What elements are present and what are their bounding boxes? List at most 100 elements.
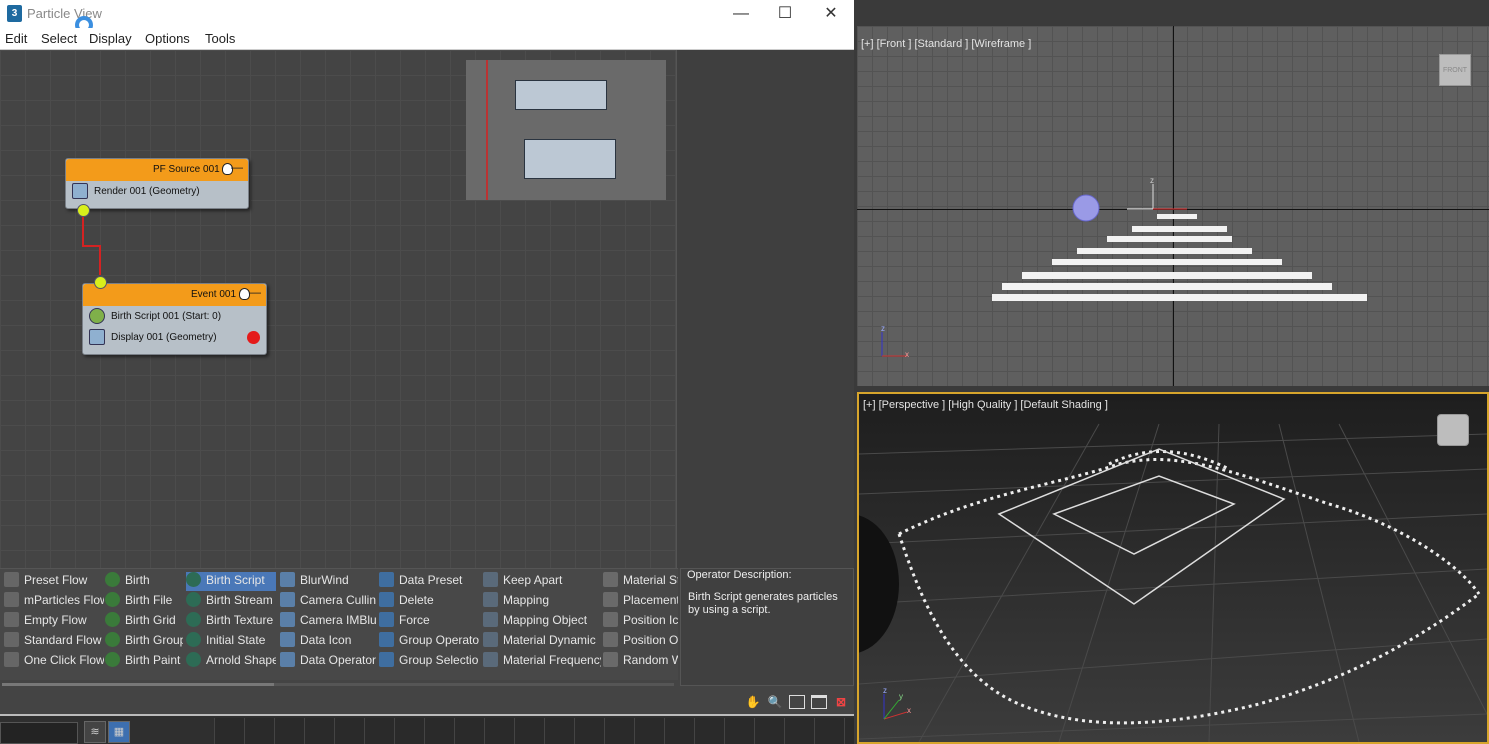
dark-sphere [859, 515, 899, 653]
depot-item-label: One Click Flow [24, 653, 104, 667]
node-header[interactable]: PF Source 001 — [66, 159, 248, 181]
operator-label: Display 001 (Geometry) [111, 332, 217, 343]
close-button[interactable]: ✕ [816, 4, 846, 24]
output-port[interactable] [77, 204, 90, 217]
depot-item[interactable]: Placement P [603, 592, 678, 611]
depot-item[interactable]: Keep Apart [483, 572, 601, 591]
depot-item[interactable]: Group Operator [379, 632, 479, 651]
front-viewport[interactable]: [+] [Front ] [Standard ] [Wireframe ] FR… [857, 26, 1489, 386]
maximize-button[interactable]: ☐ [770, 4, 800, 24]
depot-item-label: Standard Flow [24, 633, 102, 647]
depot-item[interactable]: Birth Stream [186, 592, 276, 611]
depot-item[interactable]: Standard Flow [4, 632, 104, 651]
event-node[interactable]: Event 001 — Birth Script 001 (Start: 0) … [82, 283, 267, 355]
axis-x-label: x [907, 706, 911, 715]
zoom-extents-icon[interactable] [811, 695, 827, 709]
schematic-icon[interactable]: ▦ [108, 721, 130, 743]
depot-item[interactable]: One Click Flow [4, 652, 104, 671]
depot-item-label: Mapping [503, 593, 550, 607]
input-port[interactable] [94, 276, 107, 289]
hand-icon[interactable]: ✋ [745, 695, 761, 709]
gizmo-z-label: z [1150, 176, 1154, 185]
depot-item[interactable]: mParticles Flow [4, 592, 104, 611]
depot-item[interactable]: Data Operator [280, 652, 376, 671]
operator-icon [105, 592, 120, 607]
depot-item[interactable]: Mapping Object [483, 612, 601, 631]
node-minimize-button[interactable]: — [249, 285, 261, 299]
axis-y-label: y [899, 692, 903, 701]
depot-item[interactable]: Birth [105, 572, 183, 591]
particle-diagram-canvas[interactable]: PF Source 001 — Render 001 (Geometry) Ev… [0, 50, 676, 568]
operator-icon [105, 572, 120, 587]
operator-icon [186, 652, 201, 667]
operator-icon [280, 632, 295, 647]
depot-item[interactable]: Force [379, 612, 479, 631]
frame-field[interactable] [0, 722, 78, 744]
depot-item[interactable]: Material Dynamic [483, 632, 601, 651]
timeline-bar: ≋ ▦ [0, 714, 854, 744]
depot-item[interactable]: Birth Group [105, 632, 183, 651]
operator-row[interactable]: Birth Script 001 (Start: 0) [83, 306, 266, 327]
depot-item[interactable]: Camera Culling [280, 592, 376, 611]
zoom-region-icon[interactable] [789, 695, 805, 709]
operator-description-panel: Operator Description: Birth Script gener… [680, 568, 854, 686]
menu-select[interactable]: Select [41, 31, 77, 46]
depot-item[interactable]: Position Obj [603, 632, 678, 651]
menu-tools[interactable]: Tools [205, 31, 235, 46]
depot-item[interactable]: Data Preset [379, 572, 479, 591]
minimize-button[interactable]: — [726, 4, 756, 24]
viewcube-icon[interactable] [1437, 414, 1469, 446]
operator-icon [280, 612, 295, 627]
depot-item[interactable]: Birth Texture [186, 612, 276, 631]
depot-item[interactable]: Mapping [483, 592, 601, 611]
screen: 3 Particle View — ☐ ✕ Edit Select Displa… [0, 0, 1489, 744]
pf-source-node[interactable]: PF Source 001 — Render 001 (Geometry) [65, 158, 249, 209]
depot-item[interactable]: Birth Paint [105, 652, 183, 671]
display-color-swatch[interactable] [247, 331, 260, 344]
operator-row[interactable]: Display 001 (Geometry) [83, 327, 266, 348]
depot-item[interactable]: Random Wa [603, 652, 678, 671]
menu-edit[interactable]: Edit [5, 31, 27, 46]
navigator-map[interactable] [466, 60, 666, 200]
depot-item[interactable]: Camera IMBlur [280, 612, 376, 631]
operator-icon [105, 632, 120, 647]
depot-item[interactable]: Preset Flow [4, 572, 104, 591]
node-header[interactable]: Event 001 — [83, 284, 266, 306]
depot-item[interactable]: Data Icon [280, 632, 376, 651]
depot-item[interactable]: BlurWind [280, 572, 376, 591]
depot-item-label: Delete [399, 593, 434, 607]
depot-item-label: Position Ico [623, 613, 678, 627]
zoom-icon[interactable]: 🔍 [767, 695, 783, 709]
depot-item[interactable]: Material Frequency [483, 652, 601, 671]
depot-item[interactable]: Birth Grid [105, 612, 183, 631]
menu-display[interactable]: Display [89, 31, 132, 46]
depot-item[interactable]: Birth File [105, 592, 183, 611]
depot-item-label: BlurWind [300, 573, 349, 587]
operator-row[interactable]: Render 001 (Geometry) [66, 181, 248, 202]
emitter-icon [997, 448, 1286, 605]
operator-icon [483, 572, 498, 587]
depot-item[interactable]: Empty Flow [4, 612, 104, 631]
node-minimize-button[interactable]: — [231, 160, 243, 174]
menu-options[interactable]: Options [145, 31, 190, 46]
depot-item[interactable]: Position Ico [603, 612, 678, 631]
depot-item-label: Force [399, 613, 430, 627]
depot-item[interactable]: Birth Script [186, 572, 276, 591]
depot-item[interactable]: Group Selection [379, 652, 479, 671]
no-icon[interactable]: ⊠ [833, 695, 849, 709]
perspective-viewport[interactable]: [+] [Perspective ] [High Quality ] [Defa… [857, 392, 1489, 744]
depot-item[interactable]: Material Sta [603, 572, 678, 591]
description-title: Operator Description: [687, 569, 792, 581]
depot-item-label: Position Obj [623, 633, 678, 647]
axis-y-line [883, 699, 900, 720]
operator-icon [379, 592, 394, 607]
depot-item[interactable]: Arnold Shape [186, 652, 276, 671]
wire-segment [99, 245, 101, 275]
menu-bar: Edit Select Display Options Tools [0, 28, 854, 50]
timeline-track[interactable] [214, 718, 854, 744]
depot-item[interactable]: Initial State [186, 632, 276, 651]
layers-icon[interactable]: ≋ [84, 721, 106, 743]
depot-item[interactable]: Delete [379, 592, 479, 611]
operator-icon [379, 632, 394, 647]
depot-item-label: mParticles Flow [24, 593, 104, 607]
